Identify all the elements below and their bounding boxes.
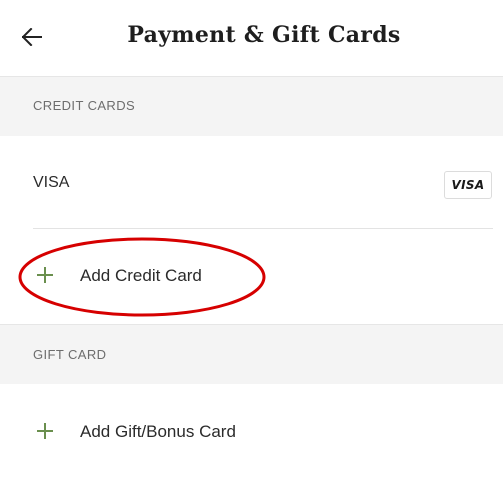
add-gift-card-button[interactable]: Add Gift/Bonus Card [0,405,503,461]
app-header: Payment & Gift Cards [0,0,503,77]
add-gift-card-label: Add Gift/Bonus Card [80,422,236,441]
gift-card-section-header: GIFT CARD [0,325,503,384]
add-credit-card-button[interactable]: Add Credit Card [0,249,503,305]
row-divider [33,228,493,229]
visa-card-brand-icon: VISA [444,171,492,199]
saved-card-visa[interactable]: VISA [0,136,503,229]
page-title: Payment & Gift Cards [127,22,401,48]
plus-icon [37,423,53,439]
card-label: VISA [33,174,70,191]
credit-cards-section-header: CREDIT CARDS [0,77,503,136]
add-credit-card-label: Add Credit Card [80,266,202,285]
plus-icon [37,267,53,283]
